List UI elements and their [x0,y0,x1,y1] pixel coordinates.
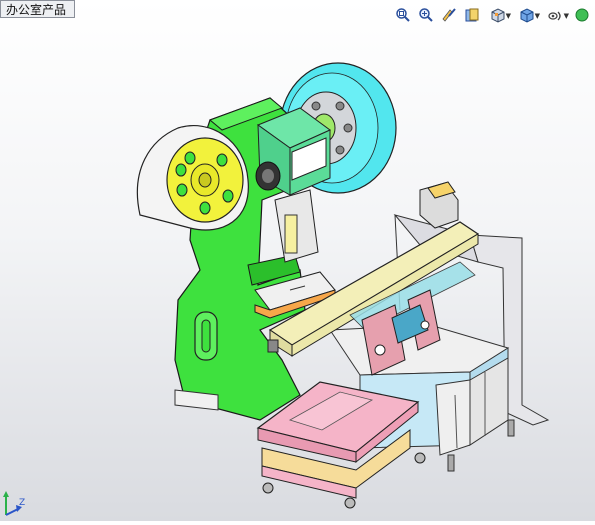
coordinate-triad: Z [0,481,30,521]
press-ram [254,189,336,319]
belt-cover [136,125,249,231]
y-axis-arrow-icon [3,491,9,497]
cad-model-viewport[interactable] [0,0,595,521]
z-axis-line [5,508,19,516]
z-axis-label: Z [19,498,25,508]
